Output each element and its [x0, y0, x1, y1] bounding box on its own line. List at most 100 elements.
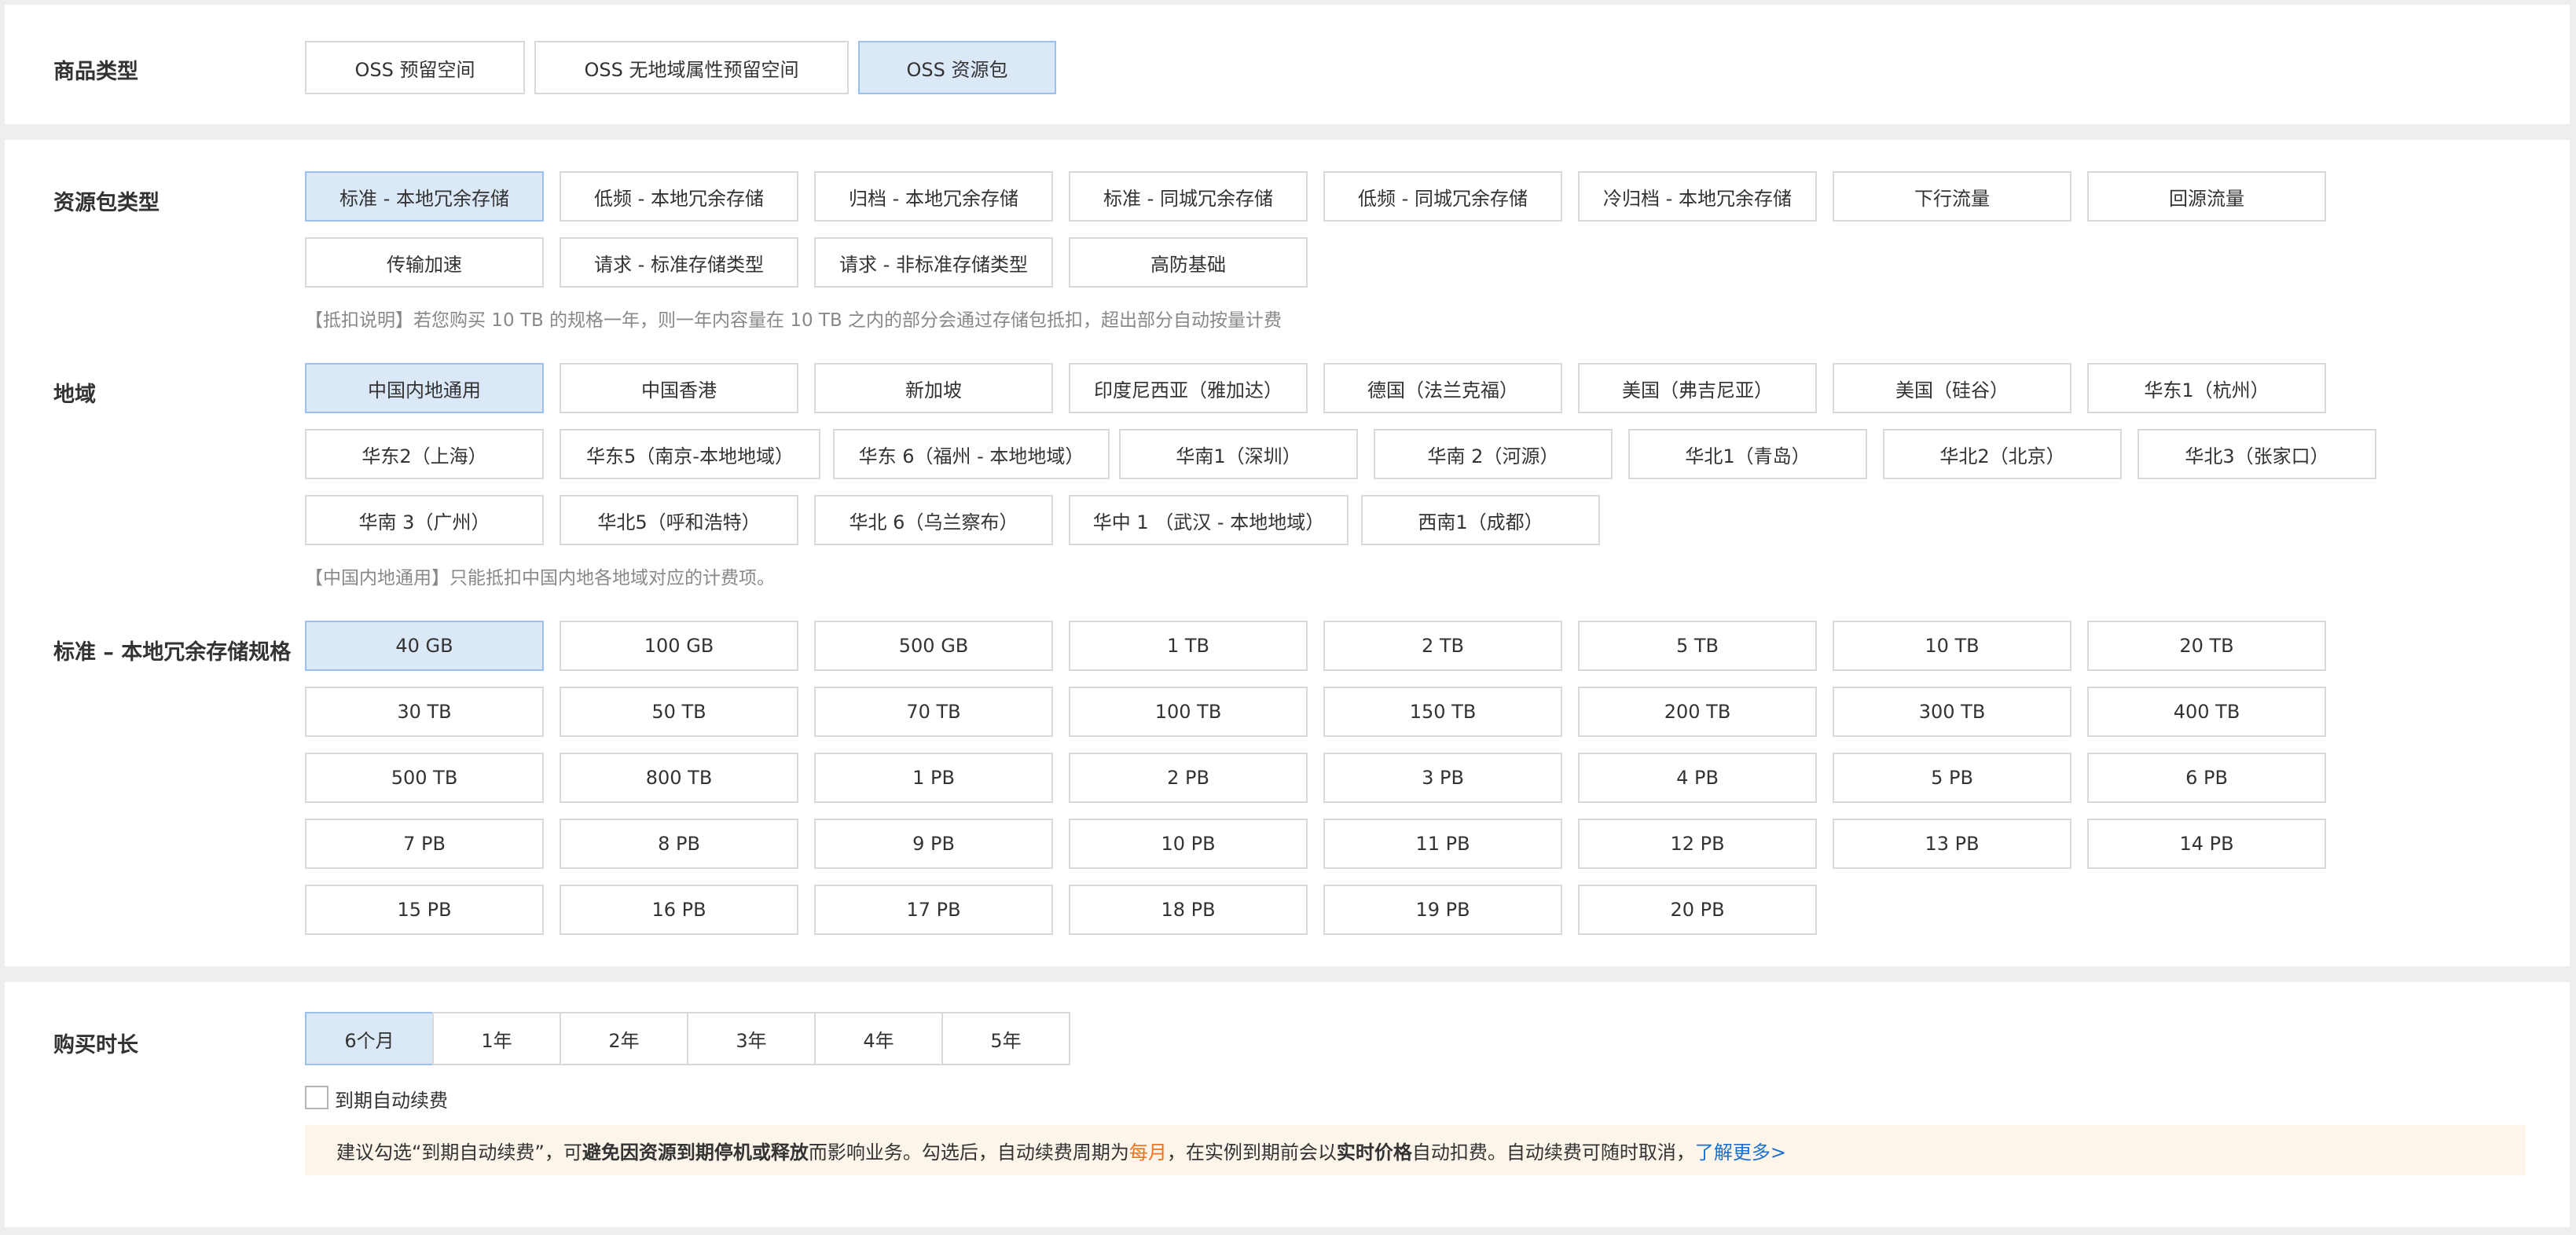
- spec-option[interactable]: 9 PB: [814, 819, 1053, 869]
- spec-option[interactable]: 70 TB: [814, 687, 1053, 737]
- region-option[interactable]: 西南1（成都）: [1361, 495, 1600, 545]
- region-option[interactable]: 华北 6（乌兰察布）: [814, 495, 1053, 545]
- auto-renew-tip: 建议勾选“到期自动续费”，可 避免因资源到期停机或释放 而影响业务。勾选后，自动续费…: [305, 1125, 2526, 1175]
- duration-label: 购买时长: [53, 1033, 138, 1057]
- region-option[interactable]: 华北2（北京）: [1883, 429, 2122, 479]
- tip-text-3: ，在实例到期前会以: [1166, 1141, 1337, 1164]
- spec-option[interactable]: 400 TB: [2087, 687, 2326, 737]
- spec-option[interactable]: 6 PB: [2087, 753, 2326, 803]
- package-option[interactable]: 高防基础: [1069, 237, 1308, 288]
- spec-option[interactable]: 8 PB: [560, 819, 798, 869]
- spec-label: 标准 – 本地冗余存储规格: [53, 640, 292, 665]
- region-option[interactable]: 华北1（青岛）: [1628, 429, 1867, 479]
- spec-option[interactable]: 1 PB: [814, 753, 1053, 803]
- package-option[interactable]: 低频 - 同城冗余存储: [1323, 171, 1562, 222]
- config-panel: 资源包类型 标准 - 本地冗余存储 低频 - 本地冗余存储 归档 - 本地冗余存…: [5, 140, 2570, 966]
- tip-text-1: 建议勾选“到期自动续费”，可: [336, 1141, 582, 1164]
- tip-bold-2: 实时价格: [1336, 1141, 1412, 1164]
- spec-option[interactable]: 500 TB: [305, 753, 544, 803]
- spec-option[interactable]: 5 PB: [1833, 753, 2071, 803]
- spec-option[interactable]: 15 PB: [305, 885, 544, 935]
- spec-option[interactable]: 11 PB: [1323, 819, 1562, 869]
- region-option[interactable]: 华东1（杭州）: [2087, 363, 2326, 413]
- spec-option[interactable]: 1 TB: [1069, 621, 1308, 671]
- package-option[interactable]: 冷归档 - 本地冗余存储: [1578, 171, 1817, 222]
- spec-option[interactable]: 800 TB: [560, 753, 798, 803]
- package-option[interactable]: 传输加速: [305, 237, 544, 288]
- duration-option-2-years[interactable]: 2年: [560, 1012, 688, 1065]
- package-option[interactable]: 标准 - 同城冗余存储: [1069, 171, 1308, 222]
- spec-option[interactable]: 18 PB: [1069, 885, 1308, 935]
- region-option[interactable]: 华北3（张家口）: [2137, 429, 2376, 479]
- spec-option[interactable]: 200 TB: [1578, 687, 1817, 737]
- duration-option-5-years[interactable]: 5年: [941, 1012, 1070, 1065]
- region-option[interactable]: 华北5（呼和浩特）: [560, 495, 798, 545]
- tip-bold-1: 避免因资源到期停机或释放: [582, 1141, 809, 1164]
- region-note: 【中国内地通用】只能抵扣中国内地各地域对应的计费项。: [305, 568, 775, 588]
- spec-option[interactable]: 17 PB: [814, 885, 1053, 935]
- spec-option[interactable]: 10 TB: [1833, 621, 2071, 671]
- spec-option[interactable]: 12 PB: [1578, 819, 1817, 869]
- purchase-panel: 购买时长 6个月 1年 2年 3年 4年 5年 到期自动续费 建议勾选“到期自动…: [5, 982, 2570, 1227]
- spec-option[interactable]: 3 PB: [1323, 753, 1562, 803]
- spec-option[interactable]: 100 TB: [1069, 687, 1308, 737]
- spec-option[interactable]: 19 PB: [1323, 885, 1562, 935]
- duration-option-3-years[interactable]: 3年: [687, 1012, 816, 1065]
- product-type-oss-reserved[interactable]: OSS 预留空间: [305, 41, 525, 94]
- region-option[interactable]: 美国（弗吉尼亚）: [1578, 363, 1817, 413]
- region-option[interactable]: 中国香港: [560, 363, 798, 413]
- learn-more-link[interactable]: 了解更多>: [1695, 1137, 1786, 1164]
- spec-option[interactable]: 150 TB: [1323, 687, 1562, 737]
- spec-option[interactable]: 500 GB: [814, 621, 1053, 671]
- package-option[interactable]: 下行流量: [1833, 171, 2071, 222]
- duration-option-1-year[interactable]: 1年: [432, 1012, 561, 1065]
- region-option[interactable]: 新加坡: [814, 363, 1053, 413]
- spec-option[interactable]: 4 PB: [1578, 753, 1817, 803]
- spec-option[interactable]: 20 TB: [2087, 621, 2326, 671]
- region-option[interactable]: 美国（硅谷）: [1833, 363, 2071, 413]
- spec-option[interactable]: 300 TB: [1833, 687, 2071, 737]
- tip-renew-period: 每月: [1128, 1141, 1167, 1164]
- package-option[interactable]: 请求 - 标准存储类型: [560, 237, 798, 288]
- spec-option[interactable]: 5 TB: [1578, 621, 1817, 671]
- spec-option[interactable]: 20 PB: [1578, 885, 1817, 935]
- product-type-panel: 商品类型 OSS 预留空间 OSS 无地域属性预留空间 OSS 资源包: [5, 5, 2570, 124]
- product-type-oss-no-region-reserved[interactable]: OSS 无地域属性预留空间: [534, 41, 849, 94]
- region-option[interactable]: 印度尼西亚（雅加达）: [1069, 363, 1308, 413]
- spec-option[interactable]: 50 TB: [560, 687, 798, 737]
- auto-renew-checkbox[interactable]: [305, 1086, 328, 1109]
- spec-option[interactable]: 14 PB: [2087, 819, 2326, 869]
- product-type-label: 商品类型: [53, 60, 138, 84]
- spec-option[interactable]: 10 PB: [1069, 819, 1308, 869]
- region-option[interactable]: 中国内地通用: [305, 363, 544, 413]
- spec-option[interactable]: 2 PB: [1069, 753, 1308, 803]
- region-option[interactable]: 华东5（南京-本地地域）: [560, 429, 820, 479]
- package-option[interactable]: 标准 - 本地冗余存储: [305, 171, 544, 222]
- spec-option[interactable]: 30 TB: [305, 687, 544, 737]
- spec-option[interactable]: 2 TB: [1323, 621, 1562, 671]
- deduction-note: 【抵扣说明】若您购买 10 TB 的规格一年，则一年内容量在 10 TB 之内的…: [305, 310, 1282, 331]
- spec-option[interactable]: 40 GB: [305, 621, 544, 671]
- duration-option-6-months[interactable]: 6个月: [305, 1012, 434, 1065]
- region-option[interactable]: 华中 1 （武汉 - 本地地域）: [1069, 495, 1349, 545]
- region-option[interactable]: 华东 6（福州 - 本地地域）: [833, 429, 1110, 479]
- package-type-label: 资源包类型: [53, 191, 160, 215]
- package-option[interactable]: 低频 - 本地冗余存储: [560, 171, 798, 222]
- region-option[interactable]: 华南 2（河源）: [1374, 429, 1613, 479]
- product-type-oss-resource-package[interactable]: OSS 资源包: [858, 41, 1056, 94]
- package-option[interactable]: 请求 - 非标准存储类型: [814, 237, 1053, 288]
- region-option[interactable]: 华南1（深圳）: [1119, 429, 1358, 479]
- region-option[interactable]: 德国（法兰克福）: [1323, 363, 1562, 413]
- package-option[interactable]: 归档 - 本地冗余存储: [814, 171, 1053, 222]
- package-option[interactable]: 回源流量: [2087, 171, 2326, 222]
- tip-text-4: 自动扣费。自动续费可随时取消，: [1411, 1141, 1695, 1164]
- spec-option[interactable]: 100 GB: [560, 621, 798, 671]
- spec-option[interactable]: 7 PB: [305, 819, 544, 869]
- region-label: 地域: [53, 383, 96, 407]
- region-option[interactable]: 华南 3（广州）: [305, 495, 544, 545]
- spec-option[interactable]: 16 PB: [560, 885, 798, 935]
- duration-option-4-years[interactable]: 4年: [814, 1012, 943, 1065]
- spec-option[interactable]: 13 PB: [1833, 819, 2071, 869]
- region-option[interactable]: 华东2（上海）: [305, 429, 544, 479]
- auto-renew-label: 到期自动续费: [335, 1090, 448, 1112]
